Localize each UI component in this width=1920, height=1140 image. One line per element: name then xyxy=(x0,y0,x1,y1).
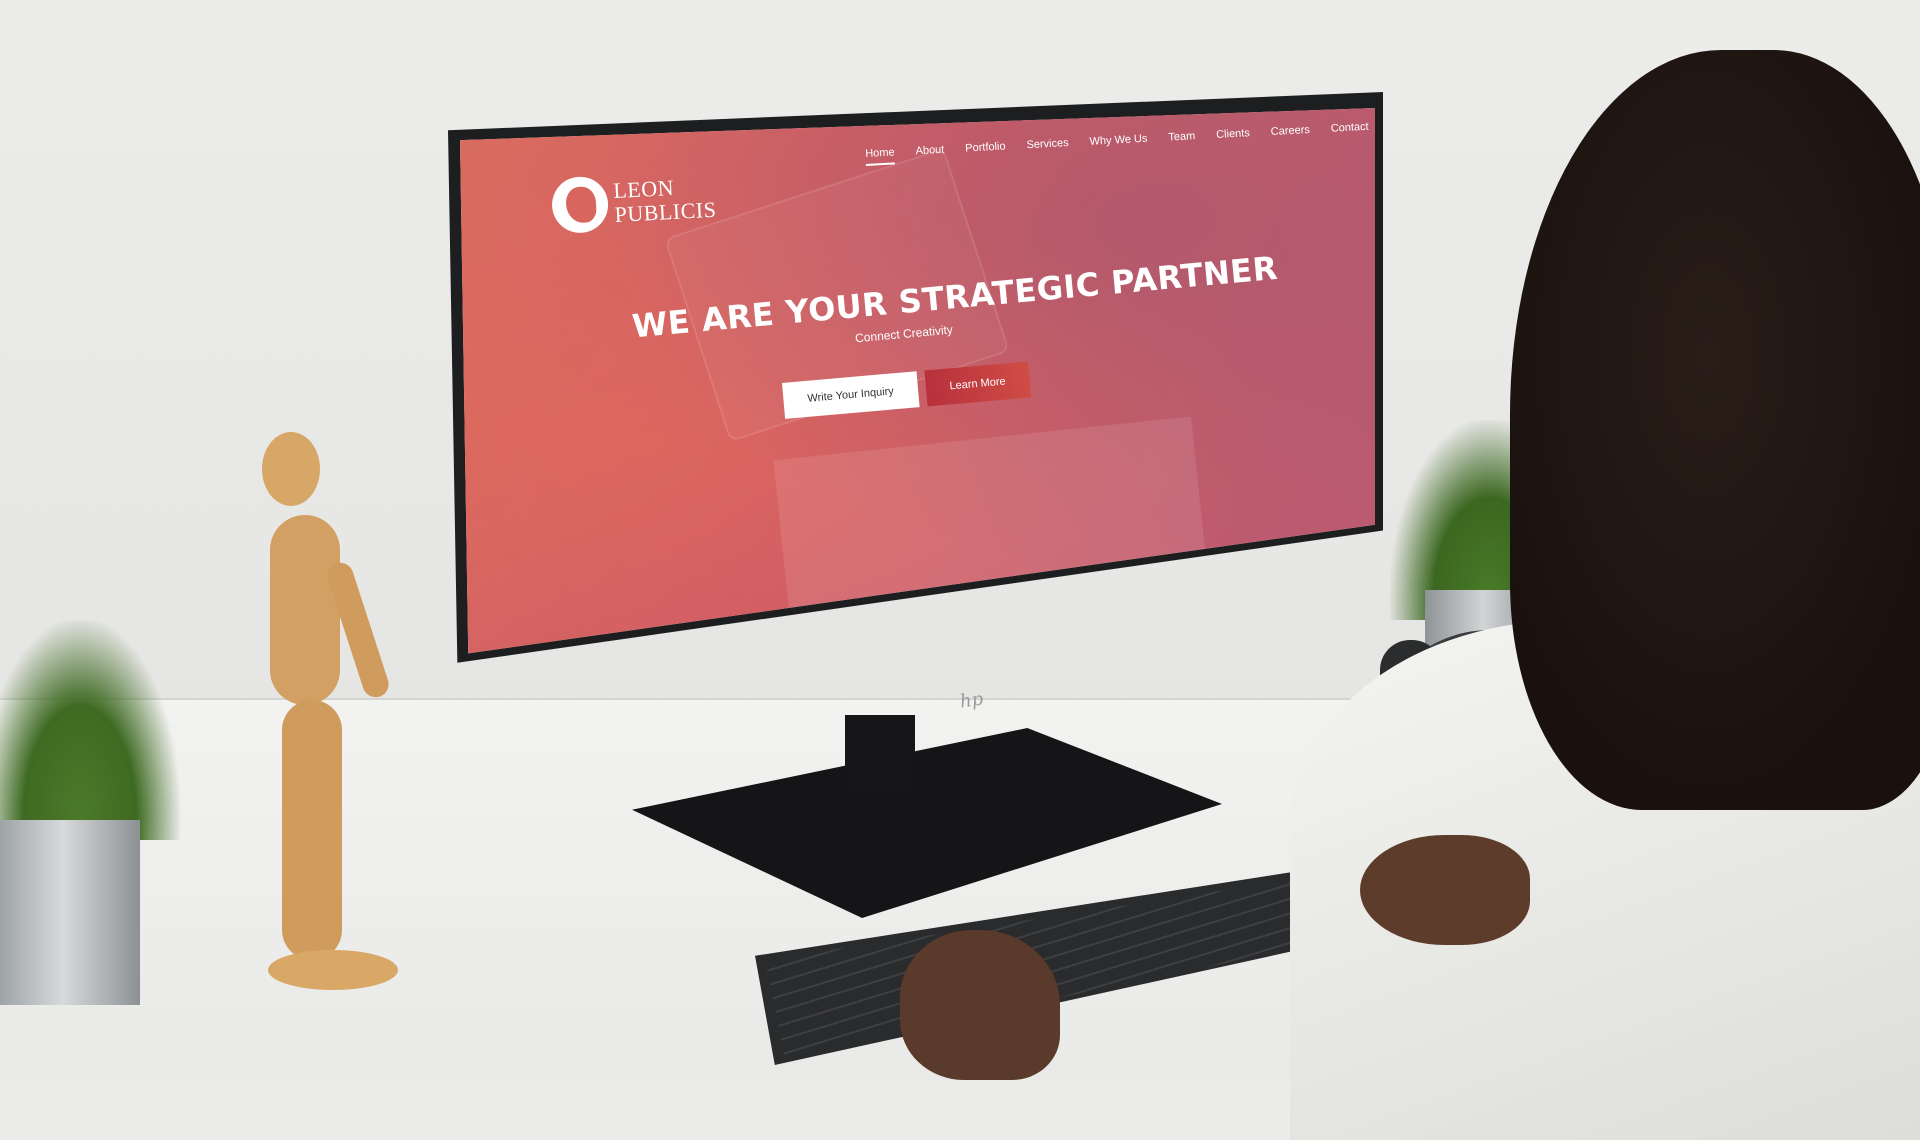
nav-about[interactable]: About xyxy=(915,144,945,164)
hero-section: LEON PUBLICIS Home About Portfolio Servi… xyxy=(460,108,1375,654)
left-plant-pot xyxy=(0,820,140,1005)
nav-services[interactable]: Services xyxy=(1026,137,1069,157)
person-right-hand xyxy=(1360,835,1530,945)
mannequin-head xyxy=(262,432,320,506)
monitor-stand-neck xyxy=(845,715,915,795)
left-plant-icon xyxy=(0,620,180,840)
nav-clients[interactable]: Clients xyxy=(1216,127,1251,147)
lion-head-icon xyxy=(550,175,610,235)
hp-logo-icon: hp xyxy=(958,688,985,713)
learn-more-button[interactable]: Learn More xyxy=(924,361,1032,407)
site-logo[interactable]: LEON PUBLICIS xyxy=(550,170,718,235)
person-hair xyxy=(1510,50,1920,810)
person-left-hand xyxy=(900,930,1060,1080)
mannequin-legs xyxy=(282,700,342,960)
mannequin-body xyxy=(270,515,340,705)
nav-careers[interactable]: Careers xyxy=(1270,124,1310,144)
nav-why-we-us[interactable]: Why We Us xyxy=(1089,133,1148,154)
mannequin-base xyxy=(268,950,398,990)
logo-line-2: PUBLICIS xyxy=(613,196,717,228)
main-nav: Home About Portfolio Services Why We Us … xyxy=(865,121,1369,166)
nav-portfolio[interactable]: Portfolio xyxy=(965,140,1006,160)
nav-contact[interactable]: Contact xyxy=(1330,121,1369,141)
monitor-screen: LEON PUBLICIS Home About Portfolio Servi… xyxy=(460,108,1375,654)
logo-text: LEON PUBLICIS xyxy=(613,174,717,227)
nav-home[interactable]: Home xyxy=(865,146,896,166)
nav-team[interactable]: Team xyxy=(1168,130,1196,149)
